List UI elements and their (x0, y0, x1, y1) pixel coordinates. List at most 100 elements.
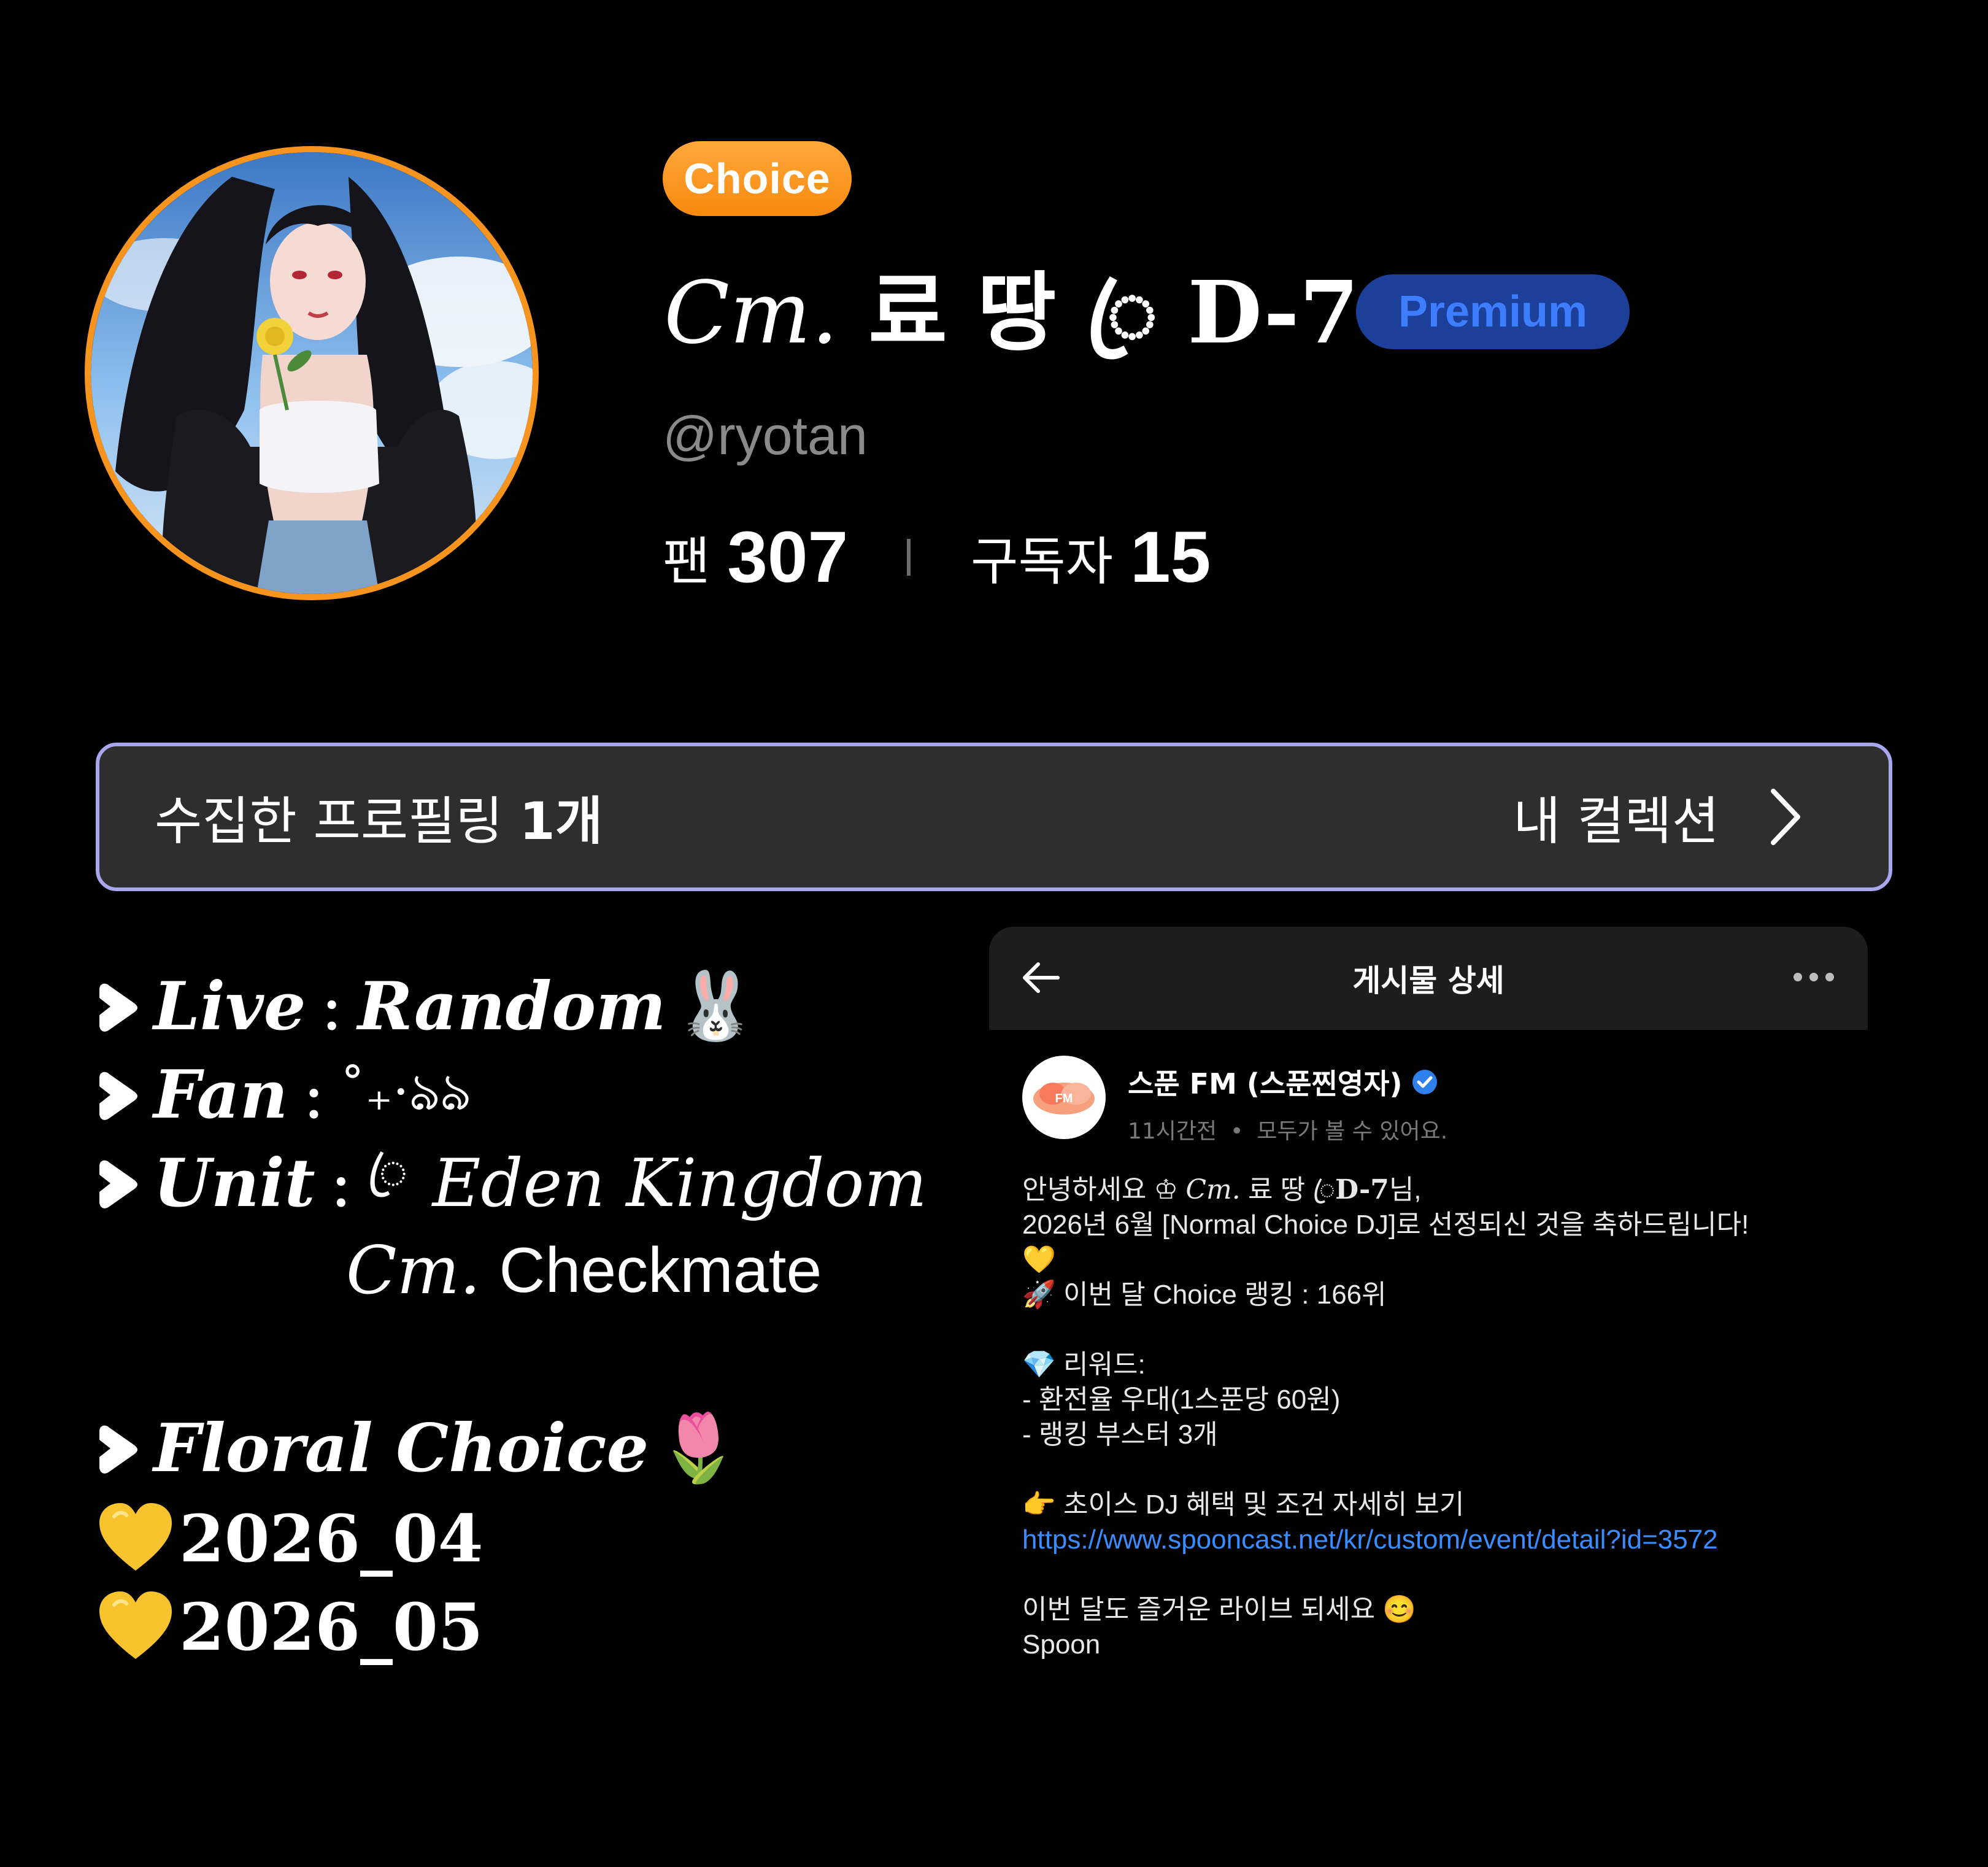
avatar-illustration (91, 152, 533, 594)
diamond-emoji: 💎 (1022, 1350, 1056, 1380)
greeting-ring: ꦿ (1312, 1175, 1335, 1205)
post-closing-line: 이번 달도 즐거운 라이브 되세요 😊 (1022, 1592, 1857, 1627)
tulip-emoji: 🌷 (657, 1410, 740, 1486)
post-author[interactable]: FM 스푼 FM (스푼찐영자) 11시간전 • 모두가 볼 수 있어요. (1022, 1056, 1447, 1145)
collection-label: 수집한 프로필링 (155, 790, 503, 851)
yellow-heart-icon (99, 1591, 172, 1659)
rocket-emoji: 🚀 (1022, 1280, 1056, 1310)
choice-badge: Choice (663, 141, 852, 216)
arrow-bullet-icon (99, 1425, 137, 1474)
post-signature: Spoon (1022, 1629, 1101, 1660)
fans-label[interactable]: 팬 (663, 520, 710, 595)
unit-checkmate: Checkmate (499, 1234, 822, 1306)
yellow-heart-icon (99, 1503, 172, 1571)
post-visibility: 모두가 볼 수 있어요. (1257, 1119, 1448, 1144)
greeting-name: 료 땅 (1247, 1175, 1306, 1205)
post-heart-line: 💛 (1022, 1242, 1857, 1277)
arrow-bullet-icon (99, 1160, 137, 1208)
post-body: 안녕하세요 ♔ Cm. 료 땅 ꦿD-7님, 2026년 6월 [Normal … (1022, 1172, 1857, 1662)
bio-fan-value: ˚₊·ঌ⁠ঌ (339, 1061, 471, 1122)
my-collection-label[interactable]: 내 컬렉션 (1513, 780, 1719, 854)
my-collection-link[interactable]: 내 컬렉션 (1513, 780, 1803, 854)
bio-month-line: 2026_04 (96, 1495, 484, 1581)
name-text: 료 땅 (868, 263, 1057, 363)
post-ranking-line: 🚀 이번 달 Choice 랭킹 : 166위 (1022, 1277, 1857, 1312)
month-label: 2026_04 (179, 1499, 484, 1577)
profile-name: Cm. 료 땅 ꦿ D-7 (664, 261, 1359, 365)
bio-live-sep: : (320, 968, 343, 1045)
post-timestamp: 11시간전 (1128, 1119, 1217, 1144)
crown-symbol: ♔ (1154, 1175, 1179, 1205)
profile-avatar[interactable] (85, 146, 539, 600)
greeting-script: Cm. (1185, 1174, 1241, 1205)
arrow-bullet-icon (99, 1072, 137, 1120)
greeting-suffix: D-7 (1335, 1174, 1389, 1205)
arrow-left-icon[interactable] (1020, 956, 1063, 999)
post-reward-title-line: 💎 리워드: (1022, 1347, 1857, 1382)
bio-unit-line: Unit : ꦿ Eden Kingdom (96, 1140, 927, 1226)
post-header-title: 게시물 상세 (1352, 963, 1504, 999)
stats-divider (907, 539, 911, 576)
rabbit-emoji: 🐰 (674, 968, 757, 1045)
greeting-prefix: 안녕하세요 (1022, 1175, 1147, 1205)
more-horizontal-icon[interactable] (1792, 970, 1836, 984)
unit-ring-symbol: ꦿ (367, 1142, 408, 1200)
collection-count: 1개 (519, 790, 603, 851)
fm-logo-icon: FM (1033, 1083, 1095, 1115)
post-reward-1: - 환전율 우대(1스푼당 60원) (1022, 1385, 1341, 1415)
post-detail-line: 👉 초이스 DJ 혜택 및 조건 자세히 보기 (1022, 1487, 1857, 1522)
bio-fan-line: Fan : ˚₊·ঌ⁠ঌ (96, 1052, 471, 1138)
arrow-bullet-icon (99, 983, 137, 1032)
fans-count[interactable]: 307 (727, 516, 848, 599)
post-header: 게시물 상세 (989, 927, 1868, 1030)
bio-unit-line-2: Cm. Checkmate (346, 1227, 822, 1313)
bio-unit-value: Eden Kingdom (432, 1145, 927, 1222)
post-detail-card: 게시물 상세 FM 스푼 FM (스푼찐영자) 11시간전 • 모두가 볼 수 … (989, 927, 1868, 1663)
post-greeting: 안녕하세요 ♔ Cm. 료 땅 ꦿD-7님, (1022, 1172, 1857, 1207)
month-label: 2026_05 (179, 1588, 484, 1665)
profile-handle: @ryotan (663, 405, 868, 466)
post-spacer (1022, 1312, 1857, 1347)
spoon-fm-avatar[interactable]: FM (1022, 1056, 1106, 1139)
post-spacer (1022, 1557, 1857, 1592)
bio-unit-sep: : (329, 1145, 353, 1222)
author-name[interactable]: 스푼 FM (스푼찐영자) (1128, 1062, 1403, 1102)
post-closing: 이번 달도 즐거운 라이브 되세요 (1022, 1594, 1376, 1625)
pointing-hand-emoji: 👉 (1022, 1490, 1056, 1520)
bio-unit-key: Unit (153, 1145, 315, 1222)
post-congrats: 2026년 6월 [Normal Choice DJ]로 선정되신 것을 축하드… (1022, 1210, 1749, 1240)
post-meta: 11시간전 • 모두가 볼 수 있어요. (1128, 1113, 1447, 1145)
post-event-link[interactable]: https://www.spooncast.net/kr/custom/even… (1022, 1522, 1857, 1557)
subscribers-count[interactable]: 15 (1130, 516, 1211, 599)
unit-script: Cm. (346, 1232, 481, 1309)
bio-floral-line: Floral Choice 🌷 (96, 1405, 740, 1491)
subscribers-label[interactable]: 구독자 (971, 520, 1113, 595)
post-detail-text: 초이스 DJ 혜택 및 조건 자세히 보기 (1063, 1490, 1465, 1520)
smile-emoji: 😊 (1382, 1594, 1417, 1625)
verified-badge-icon (1412, 1070, 1437, 1094)
collection-summary: 수집한 프로필링 1개 (155, 780, 603, 854)
author-name-row[interactable]: 스푼 FM (스푼찐영자) (1128, 1062, 1447, 1102)
name-script: Cm. (664, 263, 839, 363)
profile-stats: 팬 307 구독자 15 (663, 514, 1211, 600)
premium-badge: Premium (1356, 274, 1630, 349)
fm-logo-text: FM (1055, 1092, 1073, 1105)
post-reward-2: - 랭킹 부스터 3개 (1022, 1420, 1218, 1450)
collection-bar[interactable]: 수집한 프로필링 1개 내 컬렉션 (96, 743, 1892, 891)
bio-live-key: Live (153, 968, 306, 1045)
greeting-end: 님, (1389, 1175, 1422, 1205)
name-ring-symbol: ꦿ (1086, 263, 1158, 363)
bio-fan-sep: : (302, 1056, 325, 1134)
bio-live-line: Live : Random 🐰 (96, 964, 757, 1049)
bio-floral-label: Floral Choice (153, 1410, 649, 1487)
meta-separator: • (1230, 1119, 1244, 1144)
bio-live-value: Random (357, 968, 666, 1045)
name-suffix: D-7 (1187, 263, 1359, 363)
bio-fan-key: Fan (153, 1056, 288, 1134)
post-spacer (1022, 1452, 1857, 1487)
post-ranking: 이번 달 Choice 랭킹 : 166위 (1063, 1280, 1387, 1310)
post-reward-title: 리워드: (1063, 1350, 1146, 1380)
author-meta: 스푼 FM (스푼찐영자) 11시간전 • 모두가 볼 수 있어요. (1128, 1056, 1447, 1145)
heart-emoji: 💛 (1022, 1245, 1056, 1275)
chevron-right-icon[interactable] (1768, 786, 1803, 848)
